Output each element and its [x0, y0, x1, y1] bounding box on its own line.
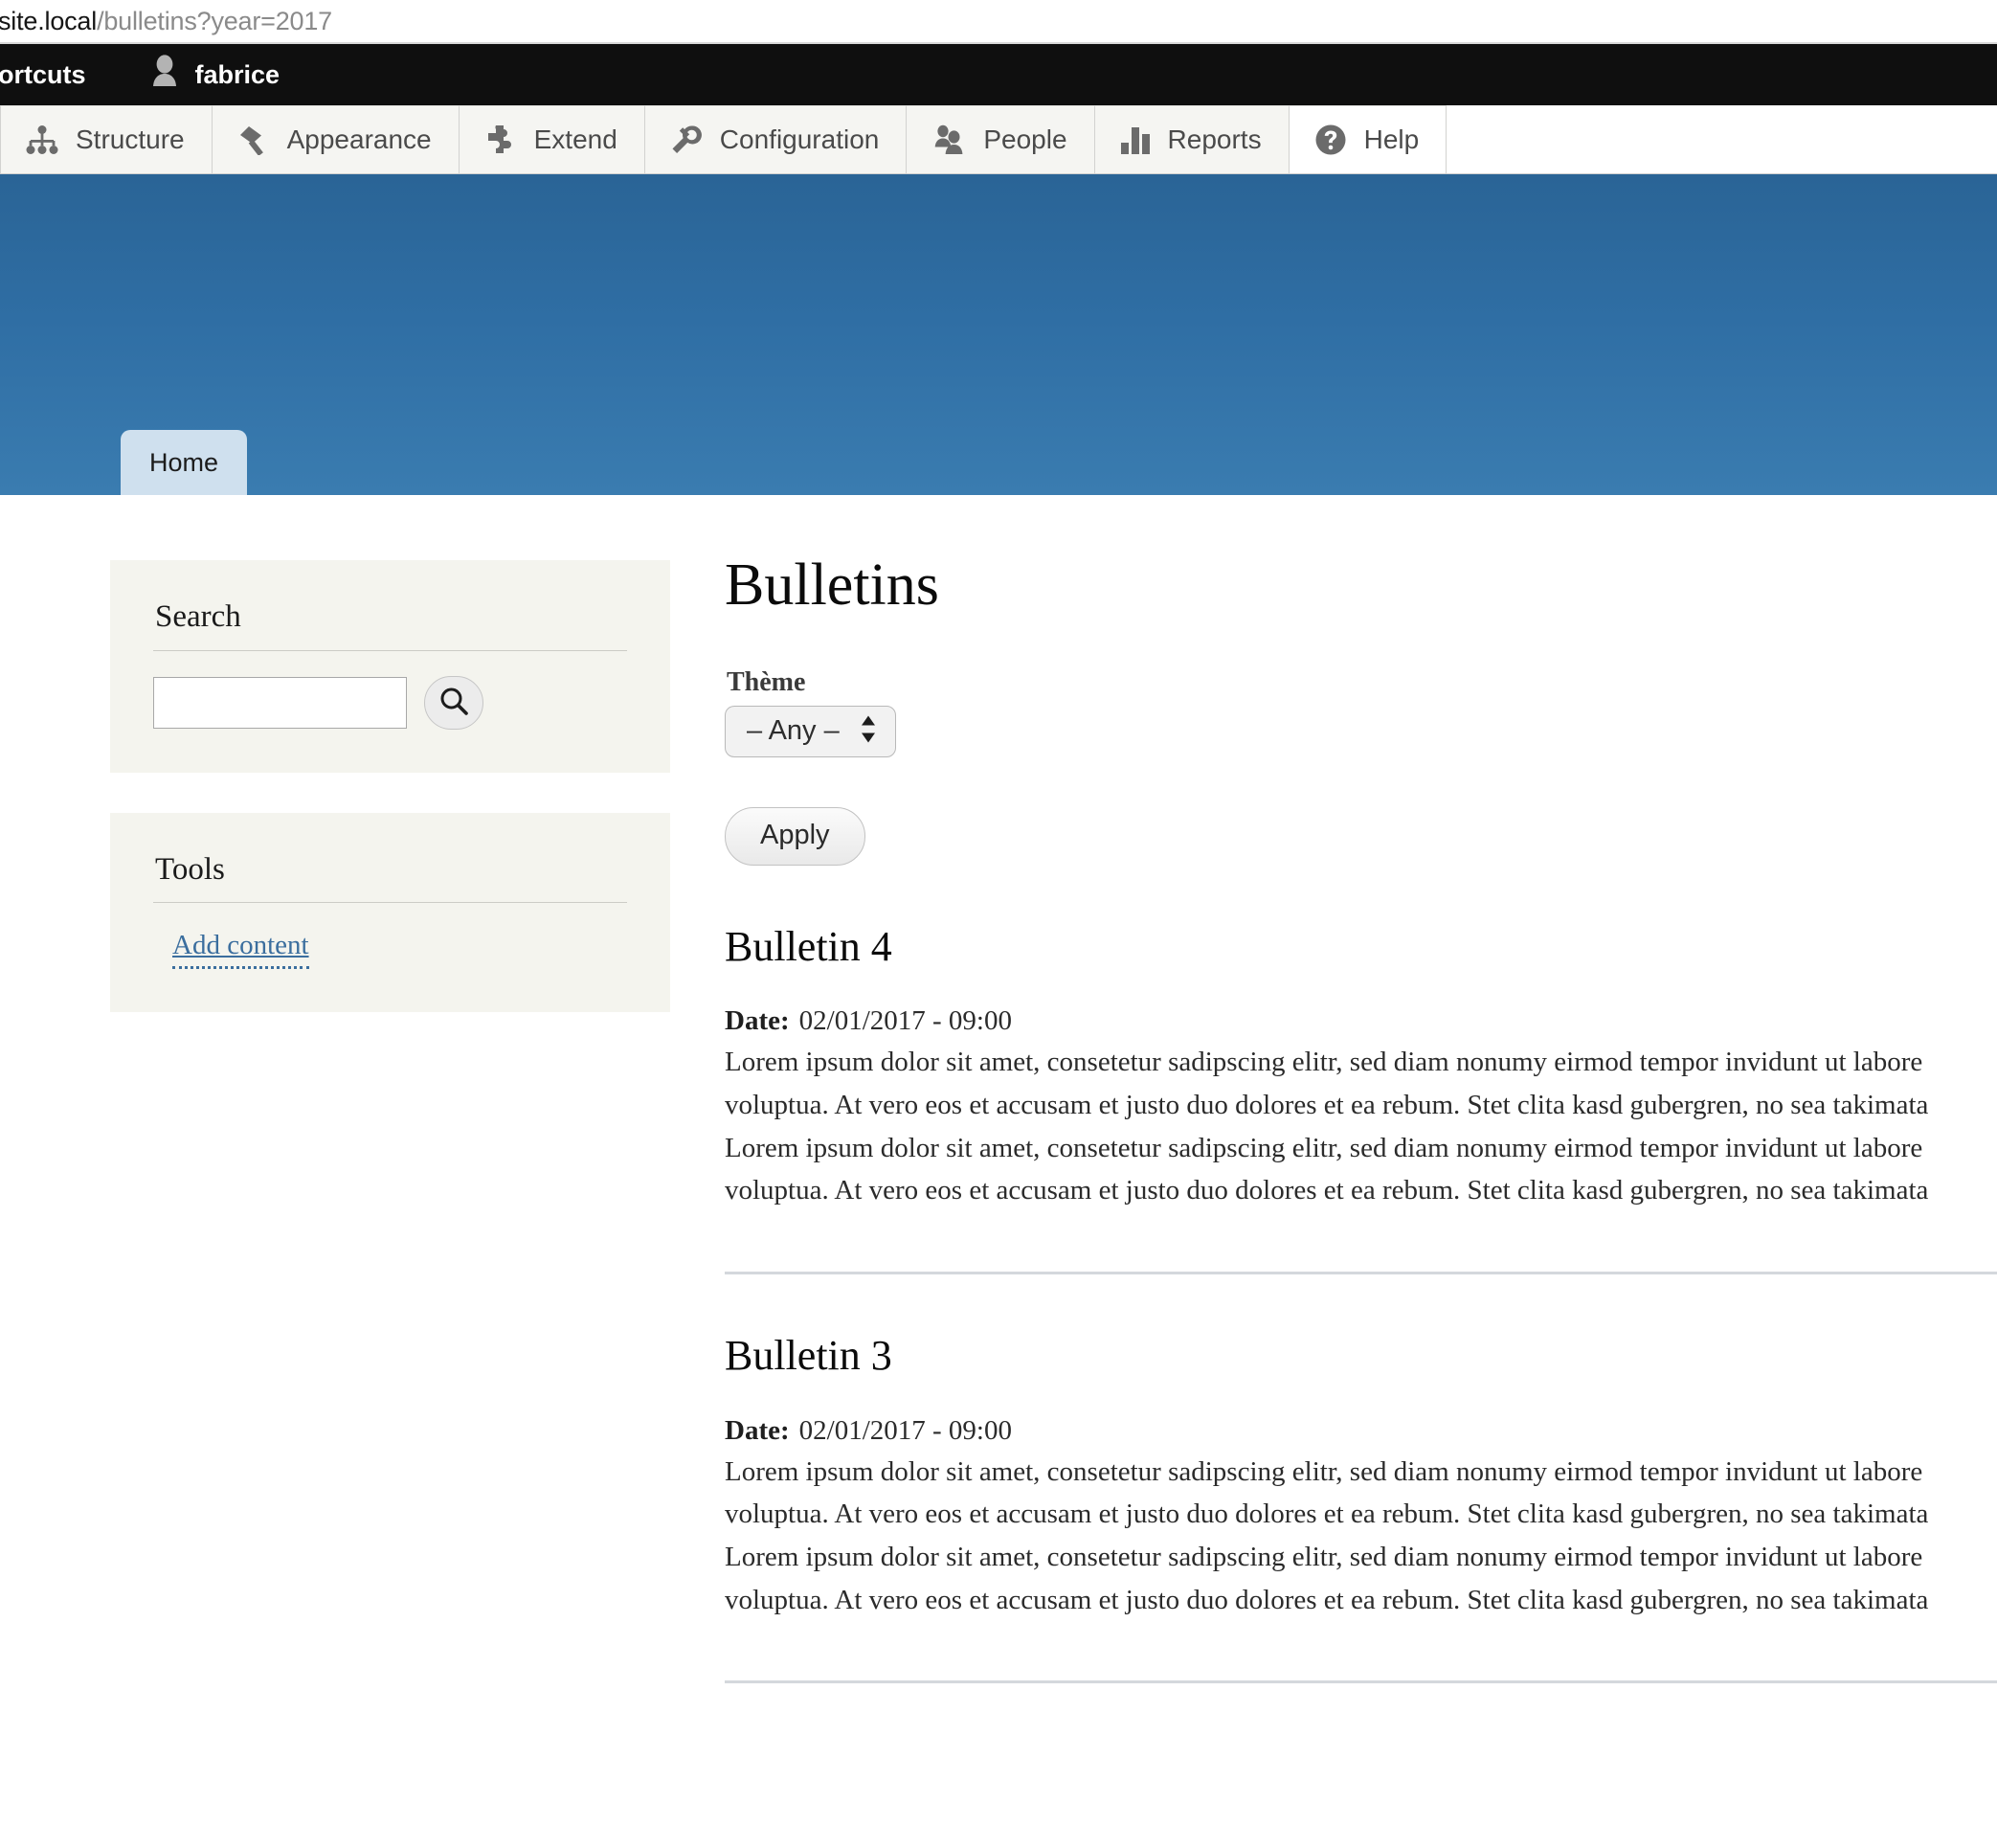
drupal-admin-bar: ortcuts fabrice	[0, 44, 1997, 105]
tools-block-title: Tools	[153, 851, 627, 904]
shortcuts-button[interactable]: ortcuts	[0, 60, 86, 90]
structure-icon	[26, 125, 58, 154]
wrench-icon	[670, 124, 703, 155]
bar-chart-icon	[1120, 125, 1151, 154]
admin-tab-configuration[interactable]: Configuration	[644, 105, 908, 173]
search-magnifier-icon	[438, 685, 470, 720]
admin-tab-help[interactable]: Help	[1289, 105, 1447, 173]
url-text: site.local/bulletins?year=2017	[0, 7, 332, 36]
theme-select[interactable]: – Any –	[725, 706, 896, 757]
search-block-title: Search	[153, 598, 627, 651]
node-body-line: voluptua. At vero eos et accusam et just…	[725, 1499, 1929, 1530]
search-form	[153, 675, 627, 730]
search-input[interactable]	[153, 676, 407, 729]
site-header: Micro site Home	[0, 174, 1997, 495]
admin-tab-label: Extend	[533, 124, 617, 154]
user-name-label: fabrice	[194, 59, 280, 89]
admin-tab-appearance[interactable]: Appearance	[212, 105, 460, 173]
theme-filter-label: Thème	[727, 667, 806, 698]
admin-tab-label: Structure	[76, 124, 185, 154]
node-title[interactable]: Bulletin 3	[725, 1332, 1997, 1381]
browser-url-bar[interactable]: site.local/bulletins?year=2017	[0, 0, 1997, 44]
page-body: Search Tools Add content Bulletins Thème…	[0, 495, 1997, 1684]
node-separator	[725, 1272, 1997, 1274]
search-block-body	[153, 651, 627, 730]
node-body-line: voluptua. At vero eos et accusam et just…	[725, 1584, 1929, 1615]
people-icon	[931, 124, 966, 155]
question-mark-icon	[1314, 124, 1347, 156]
theme-select-wrapper: – Any –	[725, 706, 896, 757]
node-date-value: 02/01/2017 - 09:00	[798, 1005, 1012, 1037]
user-account-button[interactable]: fabrice	[149, 54, 280, 97]
primary-tab-label: Home	[149, 448, 219, 478]
node-separator	[725, 1680, 1997, 1684]
sidebar-first: Search Tools Add content	[0, 495, 670, 1052]
admin-tab-label: Help	[1363, 124, 1420, 154]
node-date-label: Date:	[725, 1414, 790, 1446]
admin-tab-label: Reports	[1167, 124, 1262, 154]
admin-tab-label: Appearance	[286, 124, 432, 154]
add-content-link[interactable]: Add content	[172, 928, 309, 969]
user-avatar-icon	[149, 54, 180, 97]
url-host: site.local	[0, 6, 98, 35]
node-body-line: voluptua. At vero eos et accusam et just…	[725, 1175, 1929, 1206]
node-body-line: Lorem ipsum dolor sit amet, consetetur s…	[725, 1132, 1923, 1163]
node-date-label: Date:	[725, 1005, 790, 1037]
primary-tab-home[interactable]: Home	[121, 430, 248, 495]
node-body-line: Lorem ipsum dolor sit amet, consetetur s…	[725, 1047, 1923, 1078]
url-path: /bulletins?year=2017	[97, 6, 332, 35]
admin-tab-extend[interactable]: Extend	[459, 105, 645, 173]
admin-tab-label: Configuration	[719, 124, 880, 154]
node-body-line: Lorem ipsum dolor sit amet, consetetur s…	[725, 1541, 1923, 1572]
paintbrush-icon	[237, 124, 270, 155]
views-exposed-filter-form: Thème – Any – Apply	[725, 667, 1997, 866]
node-date-field: Date: 02/01/2017 - 09:00	[725, 1415, 1997, 1447]
node-body-line: Lorem ipsum dolor sit amet, consetetur s…	[725, 1455, 1923, 1487]
shortcuts-label: ortcuts	[0, 59, 86, 89]
node-date-field: Date: 02/01/2017 - 09:00	[725, 1005, 1997, 1037]
admin-tab-label: People	[983, 124, 1067, 154]
admin-tab-structure[interactable]: Structure	[0, 105, 213, 173]
admin-tab-people[interactable]: People	[907, 105, 1095, 173]
node-date-value: 02/01/2017 - 09:00	[798, 1414, 1012, 1446]
node-teaser: Bulletin 3 Date: 02/01/2017 - 09:00 Lorem…	[725, 1332, 1997, 1684]
search-submit-button[interactable]	[424, 675, 483, 730]
apply-button[interactable]: Apply	[725, 806, 865, 866]
primary-tabs: Home	[121, 430, 248, 495]
admin-menu-tabs: Structure Appearance Extend Configuratio…	[0, 105, 1997, 174]
admin-tabs-filler	[1447, 105, 1997, 173]
puzzle-piece-icon	[484, 124, 517, 155]
page-title: Bulletins	[725, 552, 939, 618]
admin-tab-reports[interactable]: Reports	[1094, 105, 1290, 173]
main-content: Bulletins Thème – Any – Apply Bulletin 4…	[560, 495, 1997, 1684]
tools-block-body: Add content	[153, 903, 627, 969]
node-teaser: Bulletin 4 Date: 02/01/2017 - 09:00 Lorem…	[725, 923, 1997, 1274]
node-title[interactable]: Bulletin 4	[725, 923, 1997, 972]
node-body-line: voluptua. At vero eos et accusam et just…	[725, 1090, 1929, 1121]
